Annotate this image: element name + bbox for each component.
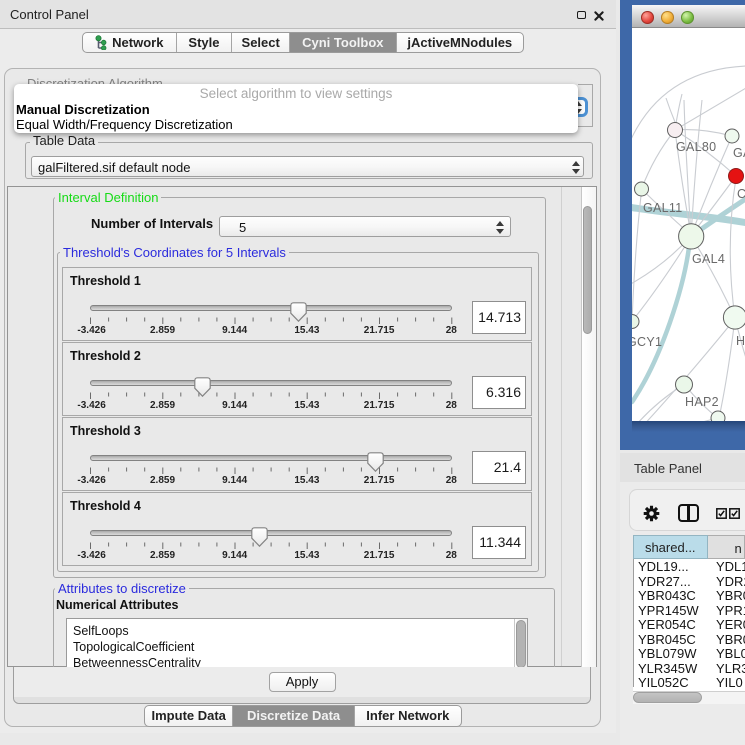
svg-text:HIS: HIS [736,334,745,348]
svg-text:GAL11: GAL11 [643,201,683,215]
svg-text:GAL80: GAL80 [676,140,716,154]
svg-text:GCY1: GCY1 [632,335,662,349]
svg-text:HAP2: HAP2 [685,395,719,409]
svg-text:GAL3: GAL3 [733,146,745,160]
svg-text:GAL4: GAL4 [692,252,725,266]
svg-text:CRE: CRE [737,187,745,201]
